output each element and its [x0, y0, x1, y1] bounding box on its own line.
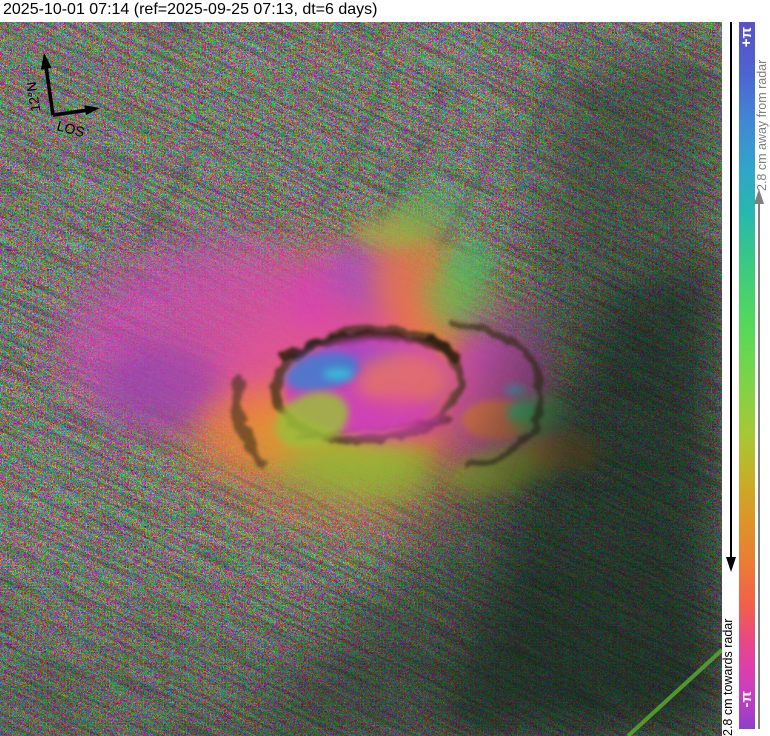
colorbar-gradient: [739, 22, 755, 729]
figure-title: 2025-10-01 07:14 (ref=2025-09-25 07:13, …: [3, 1, 378, 19]
colorbar-max-label: +π: [738, 27, 756, 47]
interferogram-image: 12°N LOS: [0, 22, 722, 736]
towards-arrow-down-icon: [726, 557, 736, 572]
colorbar-towards-label: 2.8 cm towards radar: [721, 573, 737, 736]
interferogram-map: 12°N LOS: [0, 22, 722, 736]
away-arrow-up-icon: [754, 189, 764, 204]
interferogram-figure: 2025-10-01 07:14 (ref=2025-09-25 07:13, …: [0, 0, 770, 736]
colorbar-away-label: 2.8 cm away from radar: [755, 33, 770, 191]
towards-arrow-shaft: [730, 22, 732, 557]
title-bar: 2025-10-01 07:14 (ref=2025-09-25 07:13, …: [0, 0, 770, 22]
away-arrow-shaft: [758, 203, 760, 729]
colorbar-min-label: -π: [738, 691, 756, 707]
